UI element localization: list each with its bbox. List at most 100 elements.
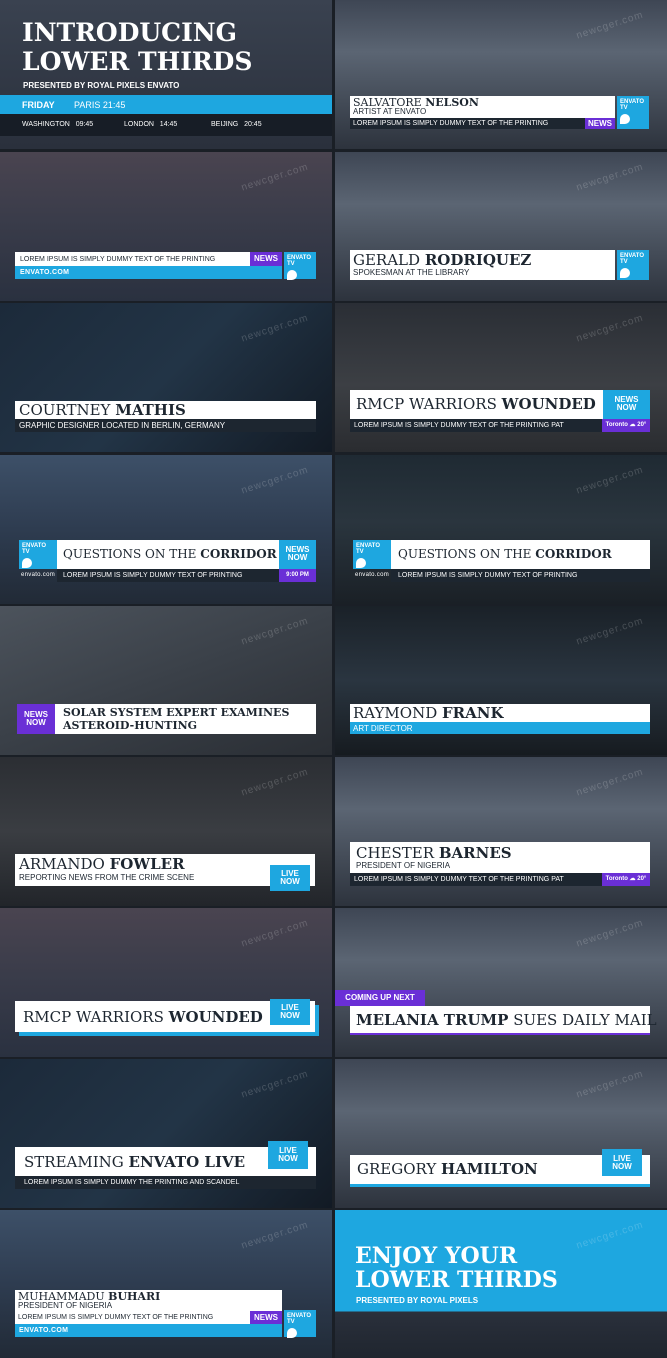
intro-day: FRIDAY [22,100,55,110]
envato-tv-logo: ENVATO TV [284,252,316,280]
tile-corridor-news: newcger.com ENVATO TV QUESTIONS ON THE CO… [0,455,332,604]
tile-armando: newcger.com ARMANDO FOWLER REPORTING NEW… [0,757,332,906]
ticker: LOREM IPSUM IS SIMPLY DUMMY TEXT OF THE … [354,422,564,429]
accent-line [350,1033,650,1035]
brand: envato.com [355,572,390,578]
live-now-badge: LIVE NOW [268,1141,308,1169]
brand: ENVATO.COM [20,269,70,276]
tile-chester: newcger.com CHESTER BARNES PRESIDENT OF … [335,757,667,906]
ticker: LOREM IPSUM IS SIMPLY DUMMY TEXT OF THE … [18,1314,214,1321]
envato-tv-logo: ENVATO TV [284,1310,316,1338]
name: CHESTER BARNES [356,844,512,862]
tile-intro: INTRODUCING LOWER THIRDS PRESENTED BY RO… [0,0,332,149]
watermark: newcger.com [575,464,645,497]
ticker: LOREM IPSUM IS SIMPLY DUMMY TEXT OF THE … [354,876,564,883]
live-now-badge: LIVE NOW [270,999,310,1025]
subtitle: ART DIRECTOR [353,724,413,733]
name: GREGORY HAMILTON [357,1160,538,1178]
news-now-badge: NEWS NOW [279,540,316,569]
clock-beijing: BEIJING 20:45 [211,121,262,128]
subtitle: PRESIDENT OF NIGERIA [356,861,451,870]
time-badge: 9:00 PM [279,569,316,582]
watermark: newcger.com [240,766,310,799]
watermark: newcger.com [575,1068,645,1101]
news-now-badge: NEWS NOW [603,390,650,419]
drop-icon [620,113,630,124]
tile-gregory: newcger.com GREGORY HAMILTON LIVE NOW [335,1059,667,1208]
watermark: newcger.com [240,917,310,950]
watermark: newcger.com [575,1219,645,1252]
intro-city-main: PARIS 21:45 [74,100,126,110]
watermark: newcger.com [575,9,645,42]
outro-title-1: ENJOY YOUR [355,1243,518,1269]
drop-icon [620,267,630,278]
watermark: newcger.com [240,1068,310,1101]
tile-raymond: newcger.com RAYMOND FRANK ART DIRECTOR [335,606,667,755]
outro-presented: PRESENTED BY ROYAL PIXELS [356,1296,479,1305]
watermark: newcger.com [240,615,310,648]
tile-courtney: newcger.com COURTNEY MATHIS GRAPHIC DESI… [0,303,332,452]
ticker: LOREM IPSUM IS SIMPLY DUMMY TEXT OF THE … [20,256,216,263]
drop-icon [287,1327,297,1338]
headline-line2: ASTEROID-HUNTING [63,719,198,732]
outro-title-2: LOWER THIRDS [355,1267,558,1293]
drop-icon [22,557,32,568]
news-badge: NEWS [585,118,615,129]
drop-icon [356,557,366,568]
envato-tv-logo: ENVATO TV [617,250,649,280]
ticker: LOREM IPSUM IS SIMPLY DUMMY TEXT OF PRIN… [398,572,578,579]
watermark: newcger.com [575,917,645,950]
tile-ticker-envato: newcger.com LOREM IPSUM IS SIMPLY DUMMY … [0,152,332,301]
watermark: newcger.com [240,1219,310,1252]
headline-line1: SOLAR SYSTEM EXPERT EXAMINES [63,706,290,719]
ticker: LOREM IPSUM IS SIMPLY DUMMY TEXT OF PRIN… [63,572,243,579]
headline: RMCP WARRIORS WOUNDED [356,395,596,413]
tile-melania: newcger.com COMING UP NEXT MELANIA TRUMP… [335,908,667,1057]
tile-streaming: newcger.com STREAMING ENVATO LIVE LIVE NO… [0,1059,332,1208]
watermark: newcger.com [575,161,645,194]
tile-rmcp-news: newcger.com RMCP WARRIORS WOUNDED NEWS NO… [335,303,667,452]
subtitle: REPORTING NEWS FROM THE CRIME SCENE [19,873,195,882]
headline: RMCP WARRIORS WOUNDED [23,1008,263,1026]
headline: MELANIA TRUMP SUES DAILY MAIL [356,1011,657,1029]
headline: STREAMING ENVATO LIVE [24,1153,246,1171]
coming-up-tag: COMING UP NEXT [335,990,425,1006]
subtitle: ARTIST AT ENVATO [353,107,427,116]
drop-icon [287,269,297,280]
subtitle: GRAPHIC DESIGNER LOCATED IN BERLIN, GERM… [19,421,226,430]
watermark: newcger.com [575,766,645,799]
watermark: newcger.com [575,615,645,648]
news-now-badge: NEWS NOW [17,704,55,734]
name: COURTNEY MATHIS [19,401,186,419]
headline: QUESTIONS ON THE CORRIDOR [63,547,277,561]
brand: envato.com [21,572,56,578]
subtitle: PRESIDENT OF NIGERIA [18,1301,113,1310]
tile-muhammadu: newcger.com MUHAMMADU BUHARI PRESIDENT O… [0,1210,332,1358]
weather-badge: Toronto ☁ 20° [602,419,650,432]
lower-thirds-grid: INTRODUCING LOWER THIRDS PRESENTED BY RO… [0,0,667,1358]
news-badge: NEWS [250,252,282,266]
ticker: LOREM IPSUM IS SIMPLY DUMMY TEXT OF THE … [353,120,549,127]
weather-badge: Toronto ☁ 20° [602,873,650,886]
envato-tv-logo: ENVATO TV [353,540,391,569]
intro-presented: PRESENTED BY ROYAL PIXELS ENVATO [23,81,180,90]
name: ARMANDO FOWLER [19,855,185,873]
tile-rmcp-live: newcger.com RMCP WARRIORS WOUNDED LIVE NO… [0,908,332,1057]
watermark: newcger.com [240,161,310,194]
name: RAYMOND FRANK [353,704,504,722]
brand: ENVATO.COM [19,1327,69,1334]
watermark: newcger.com [240,464,310,497]
envato-tv-logo: ENVATO TV [19,540,57,569]
accent-line [350,1184,650,1187]
tile-outro: newcger.com ENJOY YOUR LOWER THIRDS PRES… [335,1210,667,1358]
live-now-badge: LIVE NOW [270,865,310,891]
tile-solar: newcger.com NEWS NOW SOLAR SYSTEM EXPERT … [0,606,332,755]
tile-salvatore: newcger.com SALVATORE NELSON ARTIST AT E… [335,0,667,149]
clock-london: LONDON 14:45 [124,121,178,128]
subtitle: SPOKESMAN AT THE LIBRARY [353,268,470,277]
watermark: newcger.com [575,312,645,345]
watermark: newcger.com [240,312,310,345]
envato-tv-logo: ENVATO TV [617,96,649,129]
tile-gerald: newcger.com GERALD RODRIQUEZ SPOKESMAN A… [335,152,667,301]
ticker: LOREM IPSUM IS SIMPLY DUMMY THE PRINTING… [24,1179,240,1186]
